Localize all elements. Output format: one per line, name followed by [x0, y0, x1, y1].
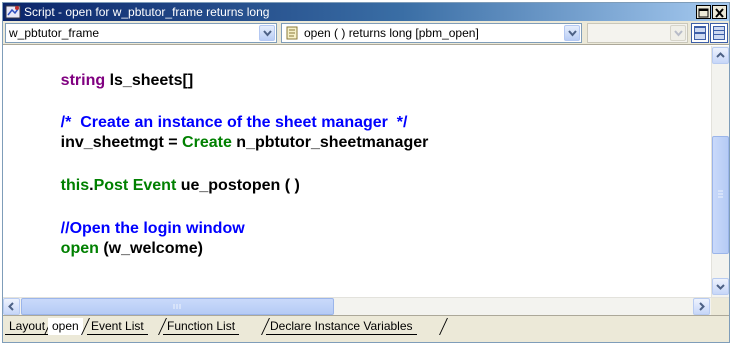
grip-icon — [173, 304, 181, 309]
split-horizontal-button[interactable] — [691, 23, 709, 43]
scrollbar-corner — [711, 298, 729, 316]
chevron-right-icon — [699, 302, 705, 311]
code-text: ls_sheets[] — [105, 72, 194, 89]
code-text: ue_postopen ( ) — [176, 177, 300, 194]
chevron-down-icon — [674, 30, 683, 37]
chevron-down-icon — [568, 30, 577, 37]
scroll-up-button[interactable] — [712, 47, 729, 64]
tab-divider — [439, 318, 448, 335]
code-line: open (w_welcome) — [34, 219, 203, 279]
ancestor-dropdown-button — [670, 25, 686, 41]
code-text: n_pbtutor_sheetmanager — [231, 134, 429, 151]
split-horizontal-icon — [694, 26, 706, 40]
split-vertical-button[interactable] — [710, 23, 728, 43]
window-title: Script - open for w_pbtutor_frame return… — [24, 5, 270, 19]
maximize-icon — [698, 8, 709, 18]
vertical-scroll-thumb[interactable] — [712, 136, 729, 254]
tab-open[interactable]: open — [48, 318, 83, 335]
tab-function-list[interactable]: Function List — [163, 318, 240, 335]
function-keyword: Create — [182, 134, 232, 151]
selector-toolbar: w_pbtutor_frame open ( ) returns long [p… — [3, 21, 729, 45]
close-button[interactable] — [712, 5, 727, 19]
chevron-down-icon — [716, 284, 725, 290]
maximize-button[interactable] — [696, 5, 711, 19]
scroll-right-button[interactable] — [693, 298, 710, 315]
vertical-scrollbar[interactable] — [711, 46, 729, 297]
close-icon — [715, 8, 724, 18]
code-text: (w_welcome) — [98, 240, 203, 257]
tab-layout[interactable]: Layout — [5, 318, 50, 335]
this-keyword: this — [60, 177, 90, 194]
function-keyword: open — [60, 240, 99, 257]
script-editor[interactable]: string ls_sheets[] /* Create an instance… — [3, 46, 711, 297]
code-text: inv_sheetmgt = — [60, 134, 183, 151]
scroll-down-button[interactable] — [712, 278, 729, 295]
horizontal-scroll-thumb[interactable] — [21, 298, 334, 315]
object-selector[interactable]: w_pbtutor_frame — [5, 23, 277, 43]
script-icon — [286, 26, 298, 40]
script-app-icon — [5, 5, 21, 19]
horizontal-scrollbar[interactable] — [3, 297, 729, 316]
scroll-left-button[interactable] — [3, 298, 20, 315]
object-dropdown-button[interactable] — [259, 25, 275, 41]
function-keyword: Post Event — [93, 177, 177, 194]
grip-icon — [718, 190, 723, 198]
ancestor-selector — [587, 23, 688, 43]
chevron-up-icon — [716, 52, 725, 58]
split-vertical-icon — [713, 26, 725, 40]
event-dropdown-button[interactable] — [564, 25, 580, 41]
event-selector[interactable]: open ( ) returns long [pbm_open] — [281, 23, 582, 43]
event-selector-value: open ( ) returns long [pbm_open] — [304, 26, 479, 40]
script-window: Script - open for w_pbtutor_frame return… — [2, 2, 730, 343]
chevron-down-icon — [263, 30, 272, 37]
object-selector-value: w_pbtutor_frame — [9, 26, 100, 40]
type-keyword: string — [60, 72, 106, 89]
chevron-left-icon — [8, 302, 14, 311]
view-tab-bar: Layout open Event List Function List Dec… — [3, 315, 729, 342]
tab-declare-instance-variables[interactable]: Declare Instance Variables — [266, 318, 417, 335]
title-bar[interactable]: Script - open for w_pbtutor_frame return… — [3, 3, 729, 21]
tab-event-list[interactable]: Event List — [87, 318, 148, 335]
